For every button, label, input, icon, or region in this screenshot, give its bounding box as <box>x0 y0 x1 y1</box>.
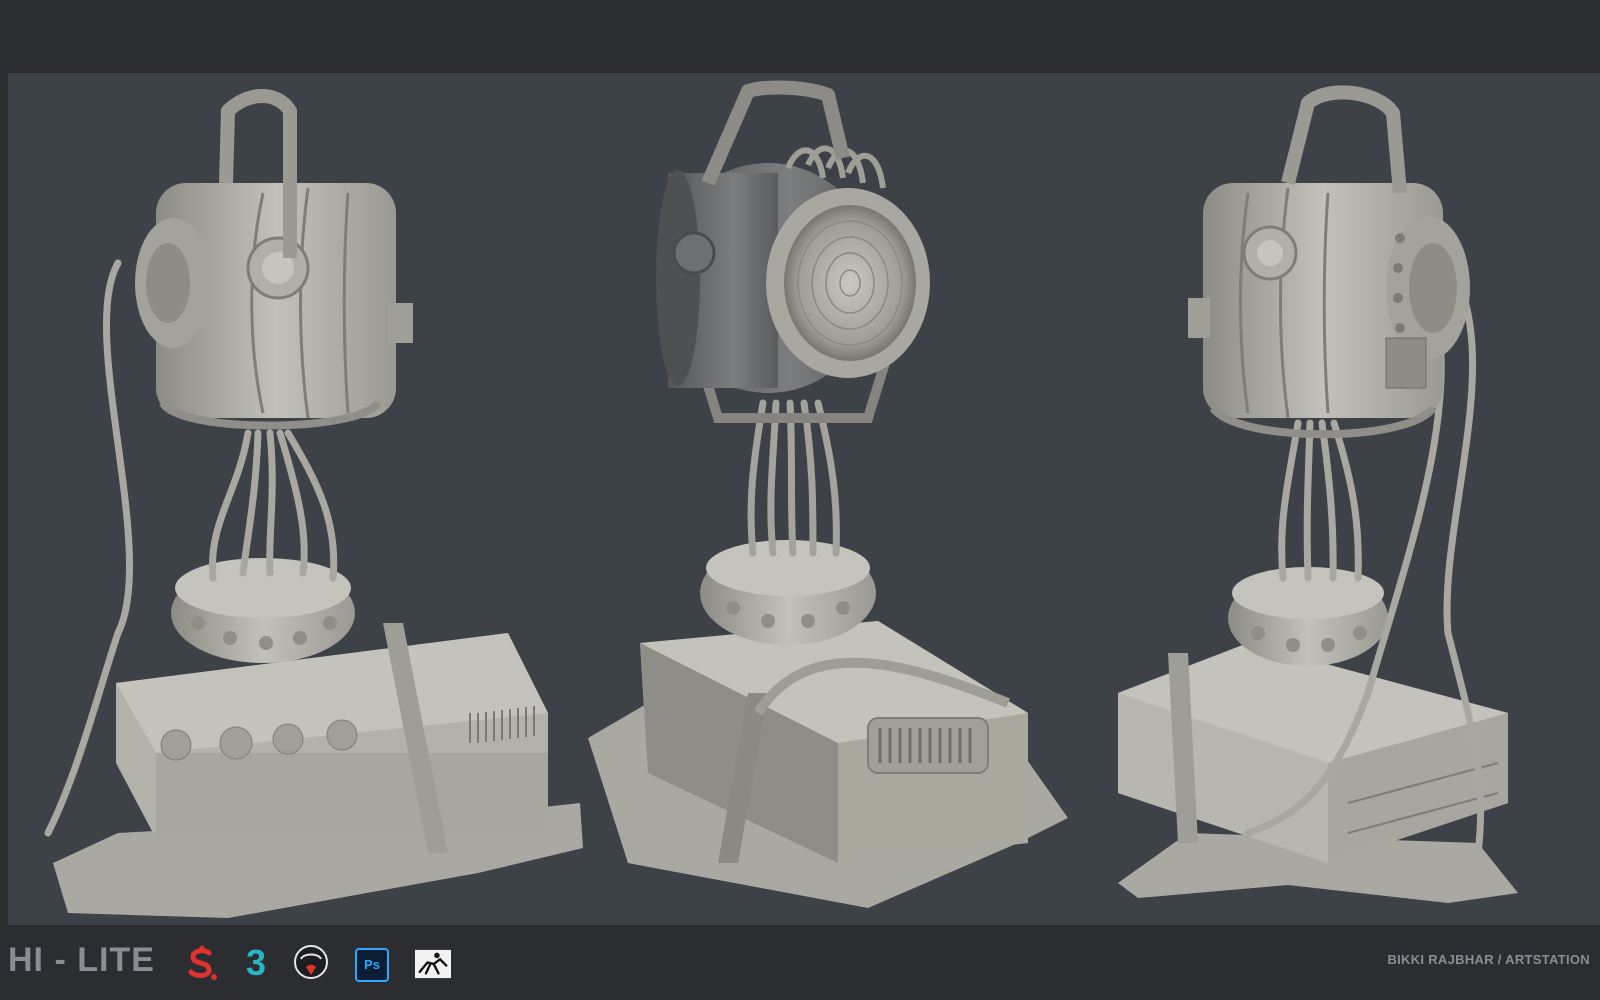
top-band <box>0 0 1600 73</box>
marmoset-toolbag-icon <box>294 945 328 979</box>
photoshop-icon: Ps <box>355 948 389 982</box>
3ds-max-icon: 3 <box>245 942 267 983</box>
lamp-view-left <box>44 89 583 918</box>
substance-painter-icon <box>188 945 217 980</box>
zbrush-icon <box>415 949 451 979</box>
footer-bar <box>0 925 1600 985</box>
lamp-view-center <box>588 80 1068 908</box>
project-title: HI - LITE <box>8 941 155 979</box>
turnaround-render <box>44 80 1518 918</box>
footer-bottom-strip <box>0 985 1600 1000</box>
artist-credit: BIKKI RAJBHAR / ARTSTATION <box>1387 952 1590 967</box>
render-viewport <box>8 73 1600 925</box>
lamp-view-right <box>1118 85 1518 903</box>
